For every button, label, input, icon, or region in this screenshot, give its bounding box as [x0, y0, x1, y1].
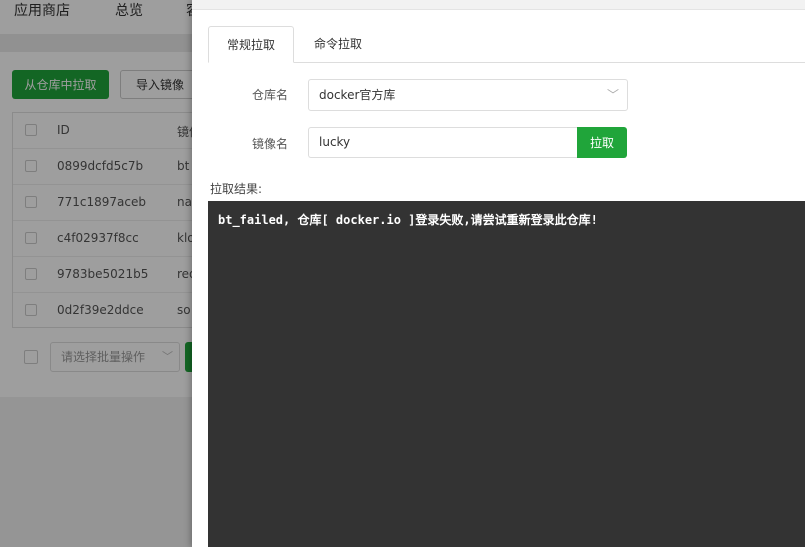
- repo-select-value: docker官方库: [319, 88, 396, 102]
- repo-select[interactable]: docker官方库 ﹀: [308, 79, 628, 111]
- pull-result-terminal: bt_failed, 仓库[ docker.io ]登录失败,请尝试重新登录此仓…: [208, 201, 805, 547]
- pull-tabs: 常规拉取 命令拉取: [208, 26, 805, 63]
- pull-result-text: bt_failed, 仓库[ docker.io ]登录失败,请尝试重新登录此仓…: [218, 213, 598, 227]
- result-label: 拉取结果:: [210, 182, 263, 196]
- image-name-input[interactable]: lucky: [308, 127, 578, 158]
- chevron-down-icon: ﹀: [606, 88, 619, 102]
- image-label: 镜像名: [251, 137, 288, 151]
- drawer-header-strip: [192, 0, 805, 10]
- repo-label: 仓库名: [251, 88, 288, 102]
- modal-overlay[interactable]: [0, 0, 192, 547]
- tab-regular-pull[interactable]: 常规拉取: [208, 26, 294, 63]
- tab-command-pull[interactable]: 命令拉取: [300, 26, 376, 62]
- pull-image-drawer: 常规拉取 命令拉取 仓库名 docker官方库 ﹀ 镜像名 lucky 拉取 拉…: [192, 0, 805, 547]
- pull-button[interactable]: 拉取: [577, 127, 627, 158]
